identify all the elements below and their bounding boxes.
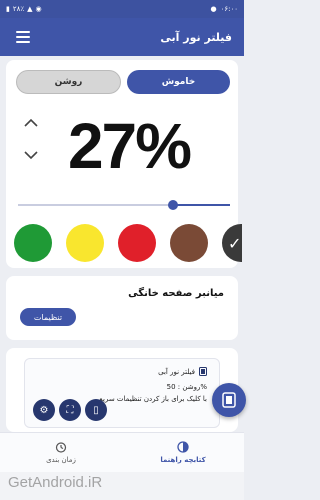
status-bar: ▮ ۲۸٪ ▲ ◉ ● ۰۶:۰۰ [0, 0, 244, 18]
watermark: GetAndroid.iR [8, 474, 103, 491]
contrast-icon [177, 441, 189, 453]
color-swatch-red[interactable] [118, 224, 156, 262]
app-title: فیلتر نور آبی [160, 30, 232, 44]
turn-off-button[interactable]: خاموش [127, 70, 230, 94]
menu-icon[interactable] [16, 31, 30, 43]
battery-text: ۲۸٪ [12, 5, 25, 13]
battery-icon: ▮ [6, 5, 10, 13]
color-swatch-brown[interactable] [170, 224, 208, 262]
phone-filter-icon [222, 392, 236, 408]
widget-title: فیلتر نور آبی [158, 367, 195, 376]
slider-fill [172, 204, 230, 206]
color-swatch-green[interactable] [14, 224, 52, 262]
slider-thumb[interactable] [167, 200, 178, 210]
phone-filter-icon [199, 367, 207, 376]
floating-filter-button[interactable] [212, 383, 246, 417]
nav-schedule[interactable]: زمان بندی [0, 433, 122, 472]
intensity-stepper [20, 116, 44, 166]
wifi-icon: ◉ [35, 5, 42, 13]
widget-title-row: فیلتر نور آبی [158, 367, 207, 376]
color-swatch-dark[interactable]: ✓ [222, 224, 242, 262]
chevron-up-icon[interactable] [24, 116, 38, 130]
check-icon: ✓ [228, 234, 242, 253]
nav-guide-label: کتابچه راهنما [160, 456, 206, 464]
widget-hint: با کلیک برای باز کردن تنظیمات سریع [99, 395, 207, 403]
fullscreen-icon[interactable]: ⛶ [59, 399, 81, 421]
widget-preview[interactable]: فیلتر نور آبی روشن : 50% با کلیک برای با… [24, 358, 220, 428]
status-time: ۰۶:۰۰ [220, 5, 238, 13]
widget-card: فیلتر نور آبی روشن : 50% با کلیک برای با… [6, 348, 238, 432]
gear-icon[interactable]: ⚙ [33, 399, 55, 421]
intensity-slider[interactable] [18, 200, 230, 210]
power-toggle: روشن خاموش [16, 70, 230, 94]
nav-schedule-label: زمان بندی [46, 456, 76, 464]
status-left: ▮ ۲۸٪ ▲ ◉ [6, 5, 42, 13]
filter-card: روشن خاموش 27% ✓ [6, 60, 242, 268]
alarm-clock-icon [55, 442, 67, 453]
home-shortcut-title: میانبر صفحه خانگی [128, 288, 224, 299]
settings-button[interactable]: تنظیمات [20, 308, 76, 326]
phone-icon[interactable]: ▯ [85, 399, 107, 421]
bottom-navigation: زمان بندی کتابچه راهنما [0, 432, 244, 472]
color-swatch-yellow[interactable] [66, 224, 104, 262]
notification-icon: ● [210, 5, 217, 13]
intensity-percent: 27% [67, 110, 192, 182]
turn-on-button[interactable]: روشن [16, 70, 121, 94]
system-navigation-bar: GetAndroid.iR [0, 472, 244, 500]
home-shortcut-card: میانبر صفحه خانگی تنظیمات [6, 276, 238, 340]
signal-icon: ▲ [27, 5, 33, 13]
chevron-down-icon[interactable] [24, 148, 38, 162]
widget-status: روشن : 50% [166, 383, 207, 391]
status-right: ● ۰۶:۰۰ [210, 5, 238, 13]
widget-actions: ⚙ ⛶ ▯ [33, 399, 107, 421]
nav-guide[interactable]: کتابچه راهنما [122, 433, 244, 472]
color-picker: ✓ [10, 224, 242, 264]
app-bar: فیلتر نور آبی [0, 18, 244, 56]
